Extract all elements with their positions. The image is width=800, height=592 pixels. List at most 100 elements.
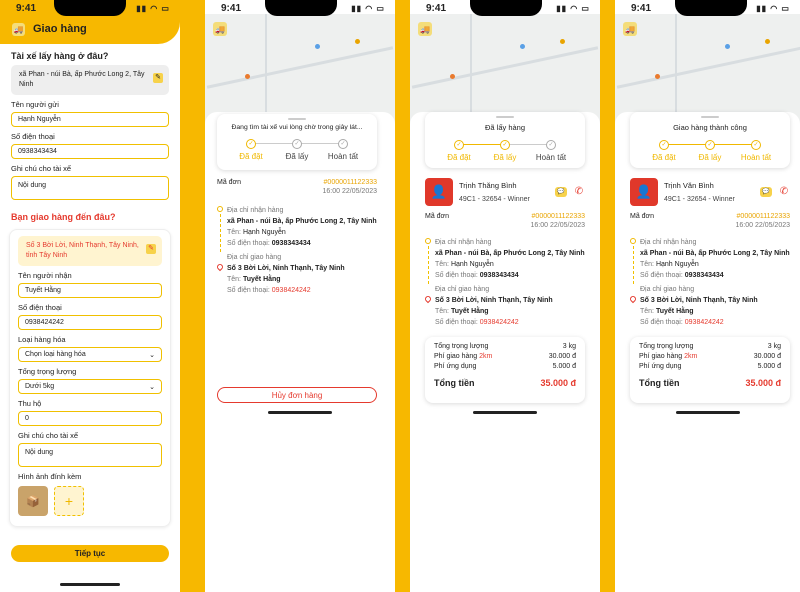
pickup-dot-icon bbox=[425, 238, 431, 244]
step-picked: ✓ Đã lấy bbox=[485, 140, 525, 162]
progress-card: Đang tìm tài xế vui lòng chờ trong giây … bbox=[217, 114, 377, 170]
status-title: Đã lấy hàng bbox=[484, 123, 526, 132]
location-pin-icon bbox=[628, 294, 638, 304]
driver-name: Trịnh Văn Bình bbox=[664, 181, 714, 190]
sheet-grabber[interactable] bbox=[288, 118, 306, 120]
receiver-phone: 0938424242 bbox=[684, 319, 724, 326]
phone-icon[interactable]: ✆ bbox=[573, 186, 585, 198]
check-icon: ✓ bbox=[454, 140, 464, 150]
note2-placeholder: Nội dung bbox=[25, 449, 54, 456]
note-placeholder: Nội dung bbox=[18, 182, 47, 189]
total-value: 35.000 đ bbox=[540, 378, 576, 388]
advance-label: Phí ứng dụng bbox=[434, 363, 477, 370]
delivery-address-field[interactable]: Số 3 Bời Lời, Ninh Thạnh, Tây Ninh, tỉnh… bbox=[18, 236, 162, 266]
sender-phone-input[interactable]: 0938343434 bbox=[11, 144, 169, 159]
step-label: Đã đặt bbox=[239, 152, 263, 161]
receiver-name-input[interactable]: Tuyết Hằng bbox=[18, 283, 162, 298]
chevron-down-icon: ⌄ bbox=[149, 383, 155, 391]
chat-icon[interactable]: 💬 bbox=[555, 187, 567, 197]
name-label: Tên: bbox=[640, 308, 655, 315]
location-pin-icon bbox=[215, 262, 225, 272]
sender-name: Hạnh Nguyễn bbox=[450, 261, 494, 268]
location-pin-icon bbox=[423, 294, 433, 304]
delivered-screen: 9:41 ▮▮ ◠ ▭ 🚚 Giao hàng thành công ✓ Đã đ… bbox=[615, 0, 800, 592]
delivery-heading: Địa chỉ giao hàng bbox=[640, 286, 695, 293]
logo-icon[interactable]: 🚚 bbox=[213, 22, 227, 36]
advance-value: 5.000 đ bbox=[552, 363, 576, 370]
logo-icon[interactable]: 🚚 bbox=[623, 22, 637, 36]
driver-plate: 49C1 - 32654 - Winner bbox=[459, 196, 530, 203]
step-label: Đã lấy bbox=[698, 153, 722, 162]
edit-icon[interactable]: ✎ bbox=[153, 73, 163, 83]
name-label: Tên: bbox=[640, 261, 655, 268]
weight-value: 3 kg bbox=[767, 343, 781, 350]
weight-value: Dưới 5kg bbox=[25, 383, 55, 390]
home-indicator bbox=[268, 411, 332, 414]
cod-input[interactable]: 0 bbox=[18, 411, 162, 426]
sender-name-input[interactable]: Hạnh Nguyễn bbox=[11, 112, 169, 127]
phone-label: Số điện thoại: bbox=[640, 319, 683, 326]
status-bar: 9:41 ▮▮ ◠ ▭ bbox=[410, 0, 600, 14]
note-textarea[interactable]: Nội dung bbox=[11, 176, 169, 200]
weight-label: Tổng trọng lượng bbox=[434, 343, 489, 350]
total-label: Tổng tiền bbox=[639, 378, 680, 388]
check-icon: ✓ bbox=[292, 139, 302, 149]
weight-label: Tổng trọng lượng bbox=[18, 367, 77, 376]
continue-button[interactable]: Tiếp tục bbox=[11, 545, 169, 562]
sheet-grabber[interactable] bbox=[496, 116, 514, 118]
progress-card: Giao hàng thành công ✓ Đã đặt ✓ Đã lấy ✓ Ho… bbox=[630, 112, 790, 168]
searching-screen: 9:41 ▮▮ ◠ ▭ 🚚 Đang tìm tài xế vui lòng c… bbox=[205, 0, 395, 592]
pickup-address-field[interactable]: xã Phan - núi Bà, ấp Phước Long 2, Tây N… bbox=[11, 65, 169, 95]
driver-plate: 49C1 - 32654 - Winner bbox=[664, 196, 735, 203]
sender-phone: 0938343434 bbox=[479, 272, 519, 279]
edit-icon[interactable]: ✎ bbox=[146, 244, 156, 254]
logo-icon[interactable]: 🚚 bbox=[418, 22, 432, 36]
weight-select[interactable]: Dưới 5kg ⌄ bbox=[18, 379, 162, 394]
goods-type-select[interactable]: Chọn loại hàng hóa ⌄ bbox=[18, 347, 162, 362]
step-label: Đã lấy bbox=[285, 152, 309, 161]
delivery-card: Số 3 Bời Lời, Ninh Thạnh, Tây Ninh, tỉnh… bbox=[9, 229, 171, 527]
name-label: Tên: bbox=[435, 308, 450, 315]
home-indicator bbox=[473, 411, 537, 414]
receiver-phone: 0938424242 bbox=[479, 319, 519, 326]
order-code-label: Mã đơn bbox=[425, 213, 450, 220]
phone-label: Số điện thoại: bbox=[227, 287, 270, 294]
order-time: 16:00 22/05/2023 bbox=[735, 222, 791, 229]
phone-notch bbox=[54, 0, 126, 16]
sheet-grabber[interactable] bbox=[701, 116, 719, 118]
order-info: Mã đơn #0000011122333 16:00 22/05/2023 Đị… bbox=[628, 213, 791, 328]
phone-label: Số điện thoại: bbox=[435, 272, 478, 279]
order-steps: ✓ Đã đặt ✓ Đã lấy ✓ Hoàn tất bbox=[425, 140, 585, 162]
signal-wifi-battery-icon: ▮▮ ◠ ▭ bbox=[136, 4, 170, 13]
order-code: #0000011122333 bbox=[323, 179, 377, 186]
chat-icon[interactable]: 💬 bbox=[760, 187, 772, 197]
signal-wifi-battery-icon: ▮▮ ◠ ▭ bbox=[756, 4, 790, 13]
home-indicator bbox=[60, 583, 120, 586]
driver-avatar: 👤 bbox=[630, 178, 658, 206]
receiver-phone-input[interactable]: 0938424242 bbox=[18, 315, 162, 330]
delivery-form-screen: 9:41 ▮▮ ◠ ▭ 🚚 Giao hàng Tài xế lấy hàng … bbox=[0, 0, 180, 592]
phone-label: Số điện thoại: bbox=[227, 240, 270, 247]
note2-textarea[interactable]: Nội dung bbox=[18, 443, 162, 467]
order-time: 16:00 22/05/2023 bbox=[322, 188, 378, 195]
pickup-address: xã Phan - núi Bà, ấp Phước Long 2, Tây N… bbox=[435, 250, 585, 257]
status-bar: 9:41 ▮▮ ◠ ▭ bbox=[615, 0, 800, 14]
receiver-phone-label: Số điện thoại bbox=[18, 303, 62, 312]
status-time: 9:41 bbox=[221, 3, 242, 14]
plus-icon[interactable]: + bbox=[54, 486, 84, 516]
chevron-down-icon: ⌄ bbox=[149, 351, 155, 359]
sender-phone-value: 0938343434 bbox=[18, 148, 57, 155]
step-picked: ✓ Đã lấy bbox=[690, 140, 730, 162]
step-picked: ✓ Đã lấy bbox=[277, 139, 317, 161]
step-label: Hoàn tất bbox=[327, 152, 359, 161]
sender-name-value: Hạnh Nguyễn bbox=[18, 116, 61, 123]
phone-icon[interactable]: ✆ bbox=[778, 186, 790, 198]
weight-label: Tổng trọng lượng bbox=[639, 343, 694, 350]
attachment-thumbnail[interactable]: 📦 bbox=[18, 486, 48, 516]
attachments: 📦 + bbox=[10, 484, 170, 518]
pickup-address: xã Phan - núi Bà, ấp Phước Long 2, Tây N… bbox=[640, 250, 790, 257]
driver-name: Trịnh Thăng Bình bbox=[459, 181, 517, 190]
cancel-order-button[interactable]: Hủy đơn hàng bbox=[217, 387, 377, 403]
fee-label: Phí giao hàng bbox=[434, 353, 478, 360]
address-timeline: Địa chỉ nhận hàng xã Phan - núi Bà, ấp P… bbox=[628, 237, 790, 328]
